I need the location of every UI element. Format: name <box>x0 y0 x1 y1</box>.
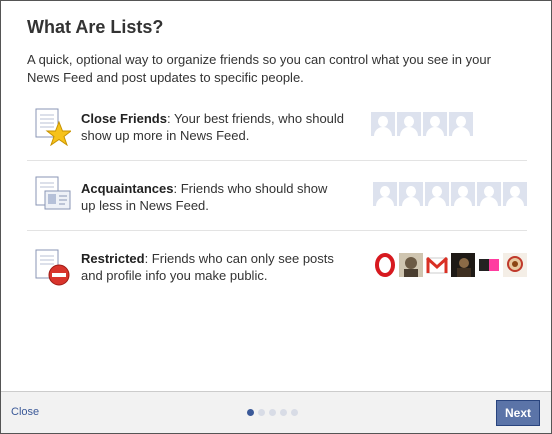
friend-silhouette <box>425 182 449 206</box>
close-friends-thumbnails <box>371 112 473 136</box>
friend-silhouette <box>397 112 421 136</box>
page-dot-active <box>247 409 254 416</box>
star-list-icon <box>35 108 71 146</box>
friend-silhouette <box>371 112 395 136</box>
list-name-close-friends: Close Friends <box>81 111 167 126</box>
friend-silhouette <box>503 182 527 206</box>
friend-silhouette <box>399 182 423 206</box>
page-dot <box>291 409 298 416</box>
opera-logo-thumbnail <box>373 253 397 277</box>
dialog-intro: A quick, optional way to organize friend… <box>27 52 491 85</box>
friend-silhouette <box>423 112 447 136</box>
close-link[interactable]: Close <box>11 406 39 418</box>
dialog-title: What Are Lists? <box>27 17 164 37</box>
dark-photo-thumbnail <box>451 253 475 277</box>
restricted-thumbnails <box>373 253 527 277</box>
list-row-acquaintances: Acquaintances: Friends who should show u… <box>27 160 527 231</box>
dialog-footer: Close Next <box>1 391 551 433</box>
list-row-close-friends: Close Friends: Your best friends, who sh… <box>27 98 527 161</box>
list-name-restricted: Restricted <box>81 251 145 266</box>
figure-photo-thumbnail <box>503 253 527 277</box>
friend-silhouette <box>373 182 397 206</box>
restricted-list-icon <box>35 249 70 286</box>
page-dot <box>258 409 265 416</box>
list-name-acquaintances: Acquaintances <box>81 181 174 196</box>
friend-silhouette <box>477 182 501 206</box>
pink-logo-thumbnail <box>477 253 501 277</box>
friend-silhouette <box>449 112 473 136</box>
friend-silhouette <box>451 182 475 206</box>
gmail-logo-thumbnail <box>425 253 449 277</box>
acquaintances-thumbnails <box>373 182 527 206</box>
page-indicator <box>247 409 298 416</box>
list-row-restricted: Restricted: Friends who can only see pos… <box>27 231 527 293</box>
lists-dialog: What Are Lists? A quick, optional way to… <box>0 0 552 434</box>
page-dot <box>280 409 287 416</box>
page-dot <box>269 409 276 416</box>
portrait-photo-thumbnail <box>399 253 423 277</box>
contact-card-list-icon <box>35 176 71 210</box>
next-button[interactable]: Next <box>496 400 540 426</box>
